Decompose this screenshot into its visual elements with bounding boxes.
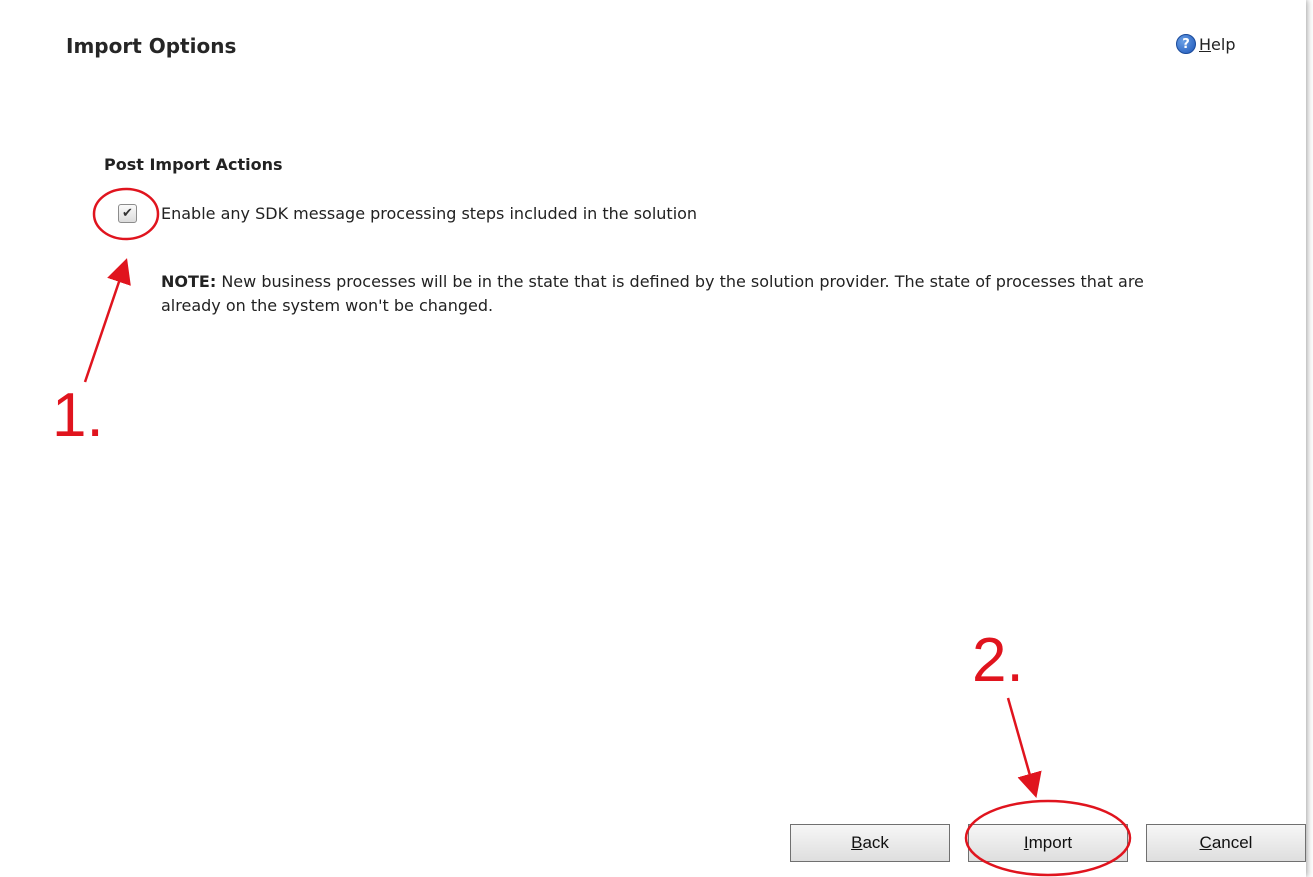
help-link[interactable]: ? Help (1176, 34, 1235, 54)
back-label-rest: ack (862, 833, 889, 852)
import-button[interactable]: Import (968, 824, 1128, 862)
note-prefix: NOTE: (161, 272, 217, 291)
note-body: New business processes will be in the st… (161, 272, 1144, 315)
import-label-rest: mport (1028, 833, 1073, 852)
import-options-dialog: Import Options ? Help Post Import Action… (0, 0, 1306, 877)
page-title: Import Options (66, 34, 237, 58)
back-hotkey: B (851, 833, 863, 852)
note-text: NOTE: New business processes will be in … (161, 270, 1161, 318)
checkmark-icon: ✔ (122, 206, 133, 221)
step2-label: 2. (972, 626, 1024, 695)
question-icon: ? (1176, 34, 1196, 54)
help-hotkey: H (1199, 34, 1212, 54)
sdk-steps-checkbox[interactable]: ✔ (118, 204, 137, 223)
step1-label: 1. (52, 381, 104, 450)
back-button[interactable]: Back (790, 824, 950, 862)
sdk-steps-checkbox-label: Enable any SDK message processing steps … (161, 204, 698, 223)
help-label: Help (1199, 35, 1235, 54)
cancel-button[interactable]: Cancel (1146, 824, 1306, 862)
cancel-hotkey: C (1199, 833, 1212, 852)
cancel-label-rest: ancel (1211, 833, 1253, 852)
help-label-rest: elp (1211, 34, 1236, 54)
section-heading: Post Import Actions (104, 155, 283, 174)
